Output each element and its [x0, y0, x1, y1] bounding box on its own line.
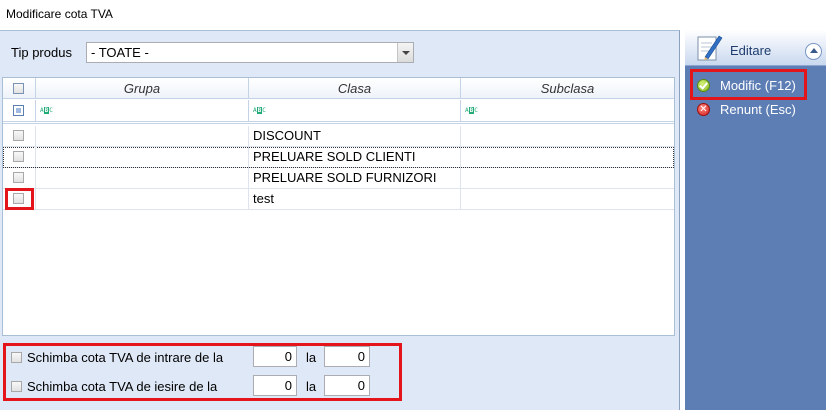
modific-label: Modific (F12) [720, 78, 796, 93]
abc-text-filter-icon: ABC [253, 107, 266, 114]
tip-produs-combo[interactable]: - TOATE - [86, 42, 414, 63]
modific-button[interactable]: Modific (F12) [685, 74, 826, 96]
tip-produs-label: Tip produs [11, 45, 72, 60]
row-checkbox[interactable] [13, 193, 24, 204]
edit-document-icon [697, 35, 723, 61]
cell-grupa[interactable] [36, 147, 249, 167]
autofilter-grupa[interactable]: ABC [36, 100, 249, 121]
intrare-to-input[interactable]: 0 [324, 346, 370, 367]
iesire-label: Schimba cota TVA de iesire de la [27, 379, 218, 394]
filter-checkbox[interactable] [13, 105, 24, 116]
autofilter-row: ABC ABC ABC [3, 100, 674, 124]
table-row[interactable]: PRELUARE SOLD CLIENTI [3, 147, 674, 168]
select-all-column [3, 78, 36, 99]
cancel-x-icon: ✕ [697, 103, 710, 116]
autofilter-subclasa[interactable]: ABC [461, 100, 674, 121]
autofilter-clasa[interactable]: ABC [249, 100, 461, 121]
table-row[interactable]: test [3, 189, 674, 210]
ok-check-icon [697, 79, 710, 92]
window-title: Modificare cota TVA [6, 7, 113, 21]
select-all-checkbox[interactable] [13, 83, 24, 94]
table-row[interactable]: DISCOUNT [3, 126, 674, 147]
renunt-label: Renunt (Esc) [720, 102, 796, 117]
cell-clasa[interactable]: PRELUARE SOLD CLIENTI [249, 147, 461, 167]
row-checkbox[interactable] [13, 130, 24, 141]
iesire-to-input[interactable]: 0 [324, 375, 370, 396]
cell-grupa[interactable] [36, 189, 249, 209]
row-checkbox-cell [3, 126, 36, 146]
data-grid: Grupa Clasa Subclasa ABC ABC ABC DISCOUN… [2, 77, 675, 336]
cell-subclasa[interactable] [461, 147, 674, 167]
table-row[interactable]: PRELUARE SOLD FURNIZORI [3, 168, 674, 189]
row-checkbox-cell [3, 168, 36, 188]
chevron-down-icon[interactable] [397, 43, 413, 62]
column-header-subclasa[interactable]: Subclasa [461, 78, 674, 99]
title-bar: Modificare cota TVA [0, 0, 826, 30]
cell-clasa[interactable]: test [249, 189, 461, 209]
abc-text-filter-icon: ABC [465, 107, 478, 114]
actions-sidebar: Editare Modific (F12) ✕ Renunt (Esc) [685, 30, 826, 410]
editare-group-header[interactable]: Editare [685, 30, 826, 66]
row-checkbox[interactable] [13, 172, 24, 183]
tip-produs-value: - TOATE - [91, 45, 149, 60]
iesire-checkbox[interactable] [11, 381, 22, 392]
iesire-la-label: la [306, 379, 317, 394]
intrare-la-label: la [306, 350, 317, 365]
grid-header: Grupa Clasa Subclasa [3, 78, 674, 99]
renunt-button[interactable]: ✕ Renunt (Esc) [685, 98, 826, 120]
cell-subclasa[interactable] [461, 189, 674, 209]
row-checkbox-cell [3, 189, 36, 209]
collapse-icon[interactable] [805, 43, 822, 60]
cell-subclasa[interactable] [461, 126, 674, 146]
intrare-from-input[interactable]: 0 [253, 346, 297, 367]
row-checkbox[interactable] [13, 151, 24, 162]
cell-clasa[interactable]: DISCOUNT [249, 126, 461, 146]
autofilter-checkbox-cell [3, 100, 36, 121]
editare-label: Editare [730, 43, 772, 58]
cell-grupa[interactable] [36, 126, 249, 146]
main-panel: Tip produs - TOATE - Grupa Clasa Subclas… [0, 30, 680, 410]
row-checkbox-cell [3, 147, 36, 167]
cell-subclasa[interactable] [461, 168, 674, 188]
option-iesire[interactable]: Schimba cota TVA de iesire de la [11, 377, 251, 397]
column-header-clasa[interactable]: Clasa [249, 78, 461, 99]
option-intrare[interactable]: Schimba cota TVA de intrare de la [11, 348, 251, 368]
abc-text-filter-icon: ABC [40, 107, 53, 114]
cell-grupa[interactable] [36, 168, 249, 188]
intrare-checkbox[interactable] [11, 352, 22, 363]
iesire-from-input[interactable]: 0 [253, 375, 297, 396]
column-header-grupa[interactable]: Grupa [36, 78, 249, 99]
cell-clasa[interactable]: PRELUARE SOLD FURNIZORI [249, 168, 461, 188]
intrare-label: Schimba cota TVA de intrare de la [27, 350, 224, 365]
vat-options-panel: Schimba cota TVA de intrare de la 0 la 0… [0, 341, 679, 410]
